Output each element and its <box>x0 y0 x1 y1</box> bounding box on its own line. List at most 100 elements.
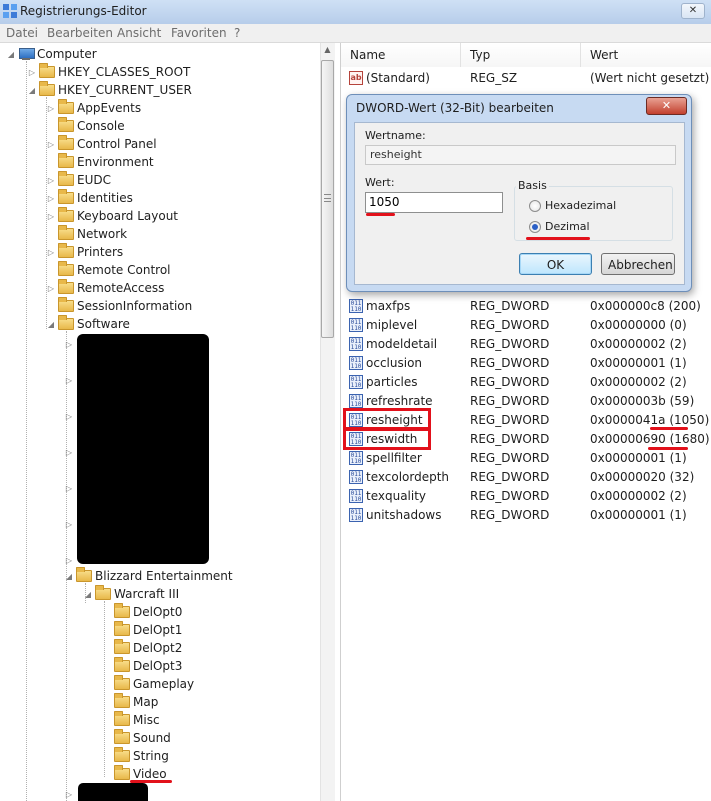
value-row-standard[interactable]: ab (Standard) REG_SZ (Wert nicht gesetzt… <box>341 69 711 88</box>
hex-radio-label[interactable]: Hexadezimal <box>545 199 616 212</box>
column-header-value[interactable]: Wert <box>581 43 711 67</box>
tree-item-printers[interactable]: ▷ Printers <box>46 243 123 261</box>
menu-favoriten[interactable]: Favoriten <box>171 26 227 40</box>
value-row[interactable]: 011 110 particles REG_DWORD 0x00000002 (2) <box>341 373 711 392</box>
value-data: 0x00000001 (1) <box>590 451 687 465</box>
folder-icon <box>58 189 74 204</box>
hex-radio[interactable] <box>529 200 541 212</box>
value-row[interactable]: 011 110 texquality REG_DWORD 0x00000002 (2) <box>341 487 711 506</box>
expand-arrow-icon[interactable]: ▷ <box>46 248 56 257</box>
value-row[interactable]: 011 110 texcolordepth REG_DWORD 0x00000020 … <box>341 468 711 487</box>
basis-label: Basis <box>516 179 549 192</box>
ok-button[interactable]: OK <box>519 253 592 275</box>
value-row[interactable]: 011 110 modeldetail REG_DWORD 0x00000002 (2… <box>341 335 711 354</box>
tree-item-delopt1[interactable]: DelOpt1 <box>102 621 182 639</box>
folder-icon <box>114 747 130 762</box>
tree-label: Blizzard Entertainment <box>95 569 233 583</box>
window-close-button[interactable]: ✕ <box>681 3 705 19</box>
value-name: (Standard) <box>366 71 430 85</box>
column-header-name[interactable]: Name <box>341 43 461 67</box>
dword-value-icon: 011 110 <box>349 375 363 389</box>
expand-arrow-icon[interactable]: ▷ <box>46 212 56 221</box>
dec-radio-label[interactable]: Dezimal <box>545 220 590 233</box>
tree-item-string[interactable]: String <box>102 747 169 765</box>
expand-arrow-icon[interactable]: ▷ <box>46 194 56 203</box>
tree-item-delopt3[interactable]: DelOpt3 <box>102 657 182 675</box>
tree-label: DelOpt0 <box>133 605 183 619</box>
column-header-type[interactable]: Typ <box>461 43 581 67</box>
tree-item-identities[interactable]: ▷ Identities <box>46 189 133 207</box>
folder-icon <box>39 63 55 78</box>
tree-item-gameplay[interactable]: Gameplay <box>102 675 194 693</box>
tree-item-keyboard-layout[interactable]: ▷ Keyboard Layout <box>46 207 178 225</box>
tree-item-hkcu[interactable]: ◢ HKEY_CURRENT_USER <box>27 81 192 99</box>
expand-arrow-icon[interactable]: ▷ <box>64 790 74 799</box>
value-row[interactable]: 011 110 occlusion REG_DWORD 0x00000001 (1) <box>341 354 711 373</box>
tree-item-environment[interactable]: Environment <box>46 153 154 171</box>
value-row[interactable]: 011 110 maxfps REG_DWORD 0x000000c8 (200) <box>341 297 711 316</box>
tree-item-blizzard[interactable]: ◢ Blizzard Entertainment <box>64 567 233 585</box>
tree-item-remote-control[interactable]: Remote Control <box>46 261 171 279</box>
cancel-button[interactable]: Abbrechen <box>601 253 675 275</box>
collapse-arrow-icon[interactable]: ◢ <box>27 86 37 95</box>
expand-arrow-icon[interactable]: ▷ <box>46 176 56 185</box>
value-input-underline <box>366 213 395 216</box>
menu-help[interactable]: ? <box>234 26 240 40</box>
tree-item-hkcr[interactable]: ▷ HKEY_CLASSES_ROOT <box>27 63 190 81</box>
folder-icon <box>114 621 130 636</box>
expand-arrow-icon[interactable]: ▷ <box>27 68 37 77</box>
menu-datei[interactable]: Datei <box>6 26 38 40</box>
dec-radio[interactable] <box>529 221 541 233</box>
expand-arrow-icon[interactable]: ▷ <box>64 412 74 421</box>
tree-item-sound[interactable]: Sound <box>102 729 171 747</box>
tree-item-eudc[interactable]: ▷ EUDC <box>46 171 111 189</box>
expand-arrow-icon[interactable]: ▷ <box>64 556 74 565</box>
tree-item-delopt0[interactable]: DelOpt0 <box>102 603 182 621</box>
tree-label: Control Panel <box>77 137 157 151</box>
expand-arrow-icon[interactable]: ▷ <box>64 340 74 349</box>
highlight-box-reswidth <box>343 427 431 450</box>
menu-ansicht[interactable]: Ansicht <box>117 26 161 40</box>
collapse-arrow-icon[interactable]: ◢ <box>6 50 16 59</box>
collapse-arrow-icon[interactable]: ◢ <box>83 590 93 599</box>
tree-item-software[interactable]: ◢ Software <box>46 315 130 333</box>
dialog-close-button[interactable]: ✕ <box>646 97 687 115</box>
scroll-up-arrow-icon[interactable]: ▲ <box>322 45 333 57</box>
value-data-label: Wert: <box>365 176 395 189</box>
registry-tree[interactable]: ◢ Computer ▷ HKEY_CLASSES_ROOT ◢ HKEY_CURRE… <box>0 43 318 801</box>
tree-item-computer[interactable]: ◢ Computer <box>6 45 97 63</box>
tree-item-sessioninformation[interactable]: SessionInformation <box>46 297 192 315</box>
value-data: 0x0000041a (1050) <box>590 413 710 427</box>
value-data-input[interactable]: 1050 <box>365 192 503 213</box>
tree-item-network[interactable]: Network <box>46 225 127 243</box>
folder-icon <box>114 603 130 618</box>
tree-item-control-panel[interactable]: ▷ Control Panel <box>46 135 157 153</box>
expand-arrow-icon[interactable]: ▷ <box>64 448 74 457</box>
tree-item-warcraft[interactable]: ◢ Warcraft III <box>83 585 179 603</box>
folder-icon <box>58 207 74 222</box>
value-row[interactable]: 011 110 miplevel REG_DWORD 0x00000000 (0) <box>341 316 711 335</box>
tree-item-console[interactable]: Console <box>46 117 125 135</box>
value-name: modeldetail <box>366 337 438 351</box>
tree-item-remoteaccess[interactable]: ▷ RemoteAccess <box>46 279 164 297</box>
collapse-arrow-icon[interactable]: ◢ <box>46 320 56 329</box>
value-row[interactable]: 011 110 spellfilter REG_DWORD 0x00000001 (1… <box>341 449 711 468</box>
expand-arrow-icon[interactable]: ▷ <box>46 104 56 113</box>
value-name-field: resheight <box>365 145 676 165</box>
folder-icon <box>114 711 130 726</box>
tree-item-map[interactable]: Map <box>102 693 158 711</box>
expand-arrow-icon[interactable]: ▷ <box>64 376 74 385</box>
value-name-label: Wertname: <box>365 129 426 142</box>
expand-arrow-icon[interactable]: ▷ <box>46 140 56 149</box>
menu-bearbeiten[interactable]: Bearbeiten <box>47 26 113 40</box>
expand-arrow-icon[interactable]: ▷ <box>64 484 74 493</box>
value-row[interactable]: 011 110 unitshadows REG_DWORD 0x00000001 (1… <box>341 506 711 525</box>
expand-arrow-icon[interactable]: ▷ <box>46 284 56 293</box>
tree-item-appevents[interactable]: ▷ AppEvents <box>46 99 141 117</box>
tree-item-delopt2[interactable]: DelOpt2 <box>102 639 182 657</box>
value-name: refreshrate <box>366 394 433 408</box>
tree-item-misc[interactable]: Misc <box>102 711 160 729</box>
expand-arrow-icon[interactable]: ▷ <box>64 520 74 529</box>
folder-icon <box>58 243 74 258</box>
collapse-arrow-icon[interactable]: ◢ <box>64 572 74 581</box>
